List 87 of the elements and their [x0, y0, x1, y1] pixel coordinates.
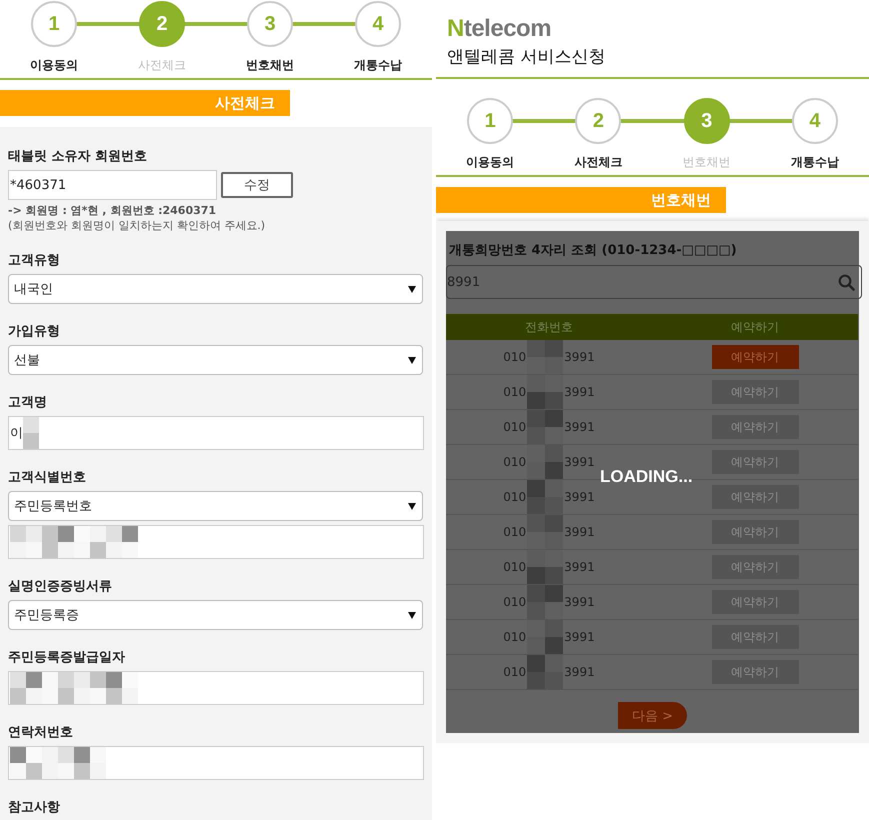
dropdown-value: 내국인: [14, 281, 53, 298]
step-circle: 4: [792, 98, 838, 144]
pixelated-redaction: [23, 417, 39, 449]
page-title: 앤텔레콤 서비스신청: [447, 46, 606, 68]
section-banner: 사전체크: [0, 90, 290, 116]
dropdown-value: 주민등록번호: [14, 498, 92, 515]
input-field[interactable]: [8, 525, 424, 559]
phone-suffix: 3991: [564, 490, 595, 504]
dropdown[interactable]: 주민등록번호: [8, 491, 423, 521]
step-circle: 2: [575, 98, 622, 144]
phone-prefix: 010: [503, 455, 526, 469]
phone-prefix: 010: [503, 490, 526, 504]
input-field[interactable]: 이: [8, 416, 424, 450]
section-banner: 번호채번: [436, 187, 726, 213]
caret-icon: [408, 286, 416, 292]
dropdown[interactable]: 주민등록증: [8, 600, 423, 630]
input-field[interactable]: [8, 746, 424, 780]
phone-suffix: 3991: [564, 455, 595, 469]
phone-suffix: 3991: [564, 595, 595, 609]
step-circle: 1: [31, 1, 77, 47]
step-label: 개통수납: [354, 57, 402, 74]
caret-icon: [408, 612, 416, 618]
step-circle: 2: [139, 1, 185, 47]
dropdown-value: 주민등록증: [14, 607, 79, 624]
phone-prefix: 010: [503, 385, 526, 399]
step-label: 이용동의: [30, 57, 78, 74]
reserve-button[interactable]: 예약하기: [712, 625, 798, 649]
phone-suffix: 3991: [564, 350, 595, 364]
reserve-button[interactable]: 예약하기: [712, 520, 798, 544]
field-label: 고객유형: [8, 252, 61, 269]
phone-prefix: 010: [503, 560, 526, 574]
search-label: 개통희망번호 4자리 조회 (010-1234-□□□□): [448, 242, 738, 259]
reserve-button[interactable]: 예약하기: [712, 345, 798, 369]
step-label: 사전체크: [574, 154, 622, 171]
phone-prefix: 010: [503, 665, 526, 679]
field-label: 고객명: [8, 394, 48, 411]
phone-suffix: 3991: [564, 630, 595, 644]
phone-prefix: 010: [503, 595, 526, 609]
phone-prefix: 010: [503, 350, 526, 364]
field-label: 실명인증증빙서류: [8, 578, 113, 595]
dropdown-value: 선불: [14, 352, 40, 369]
step-circle: 3: [684, 98, 730, 144]
step-circle: 4: [355, 1, 401, 47]
phone-suffix: 3991: [564, 385, 595, 399]
field-label: 고객식별번호: [8, 469, 87, 486]
step-circle: 3: [247, 1, 293, 47]
field-label: 연락처번호: [8, 724, 74, 741]
reserve-button[interactable]: 예약하기: [712, 450, 798, 474]
reserve-button[interactable]: 예약하기: [712, 380, 798, 404]
step-circle: 1: [467, 98, 514, 144]
step-label: 사전체크: [138, 57, 186, 74]
caret-icon: [408, 502, 416, 510]
step-label: 번호채번: [246, 57, 294, 74]
input-field[interactable]: [8, 671, 424, 705]
brand-logo: Ntelecom: [447, 16, 552, 42]
reserve-button[interactable]: 예약하기: [712, 485, 798, 509]
hint-text: -> 회원명 : 염*현 , 회원번호 :2460371: [8, 203, 218, 218]
hint-text: (회원번호와 회원명이 일치하는지 확인하여 주세요.): [8, 218, 266, 233]
reserve-button[interactable]: 예약하기: [712, 555, 798, 579]
input-field[interactable]: *460371: [8, 170, 217, 200]
column-header: 전화번호: [524, 318, 574, 336]
phone-suffix: 3991: [564, 560, 595, 574]
phone-suffix: 3991: [564, 665, 595, 679]
field-label: 주민등록증발급일자: [8, 649, 126, 666]
search-field[interactable]: 8991: [446, 265, 862, 299]
phone-suffix: 3991: [564, 420, 595, 434]
caret-icon: [408, 356, 416, 364]
field-label: 가입유형: [8, 323, 61, 340]
field-label: 태블릿 소유자 회원번호: [8, 148, 148, 165]
step-label: 번호채번: [682, 154, 731, 171]
phone-prefix: 010: [503, 525, 526, 539]
step-label: 개통수납: [790, 154, 839, 171]
step-label: 이용동의: [466, 154, 514, 171]
next-button[interactable]: 다음 >: [618, 702, 687, 729]
edit-button[interactable]: 수정: [221, 172, 293, 198]
column-header: 예약하기: [730, 318, 780, 336]
dropdown[interactable]: 내국인: [8, 274, 423, 304]
reserve-button[interactable]: 예약하기: [712, 415, 798, 439]
field-label: 참고사항: [8, 799, 61, 816]
loading-text: LOADING...: [600, 467, 693, 487]
dropdown[interactable]: 선불: [8, 345, 423, 375]
phone-prefix: 010: [503, 420, 526, 434]
phone-prefix: 010: [503, 630, 526, 644]
phone-suffix: 3991: [564, 525, 595, 539]
reserve-button[interactable]: 예약하기: [712, 660, 798, 684]
search-icon[interactable]: [838, 274, 855, 290]
reserve-button[interactable]: 예약하기: [712, 590, 798, 614]
